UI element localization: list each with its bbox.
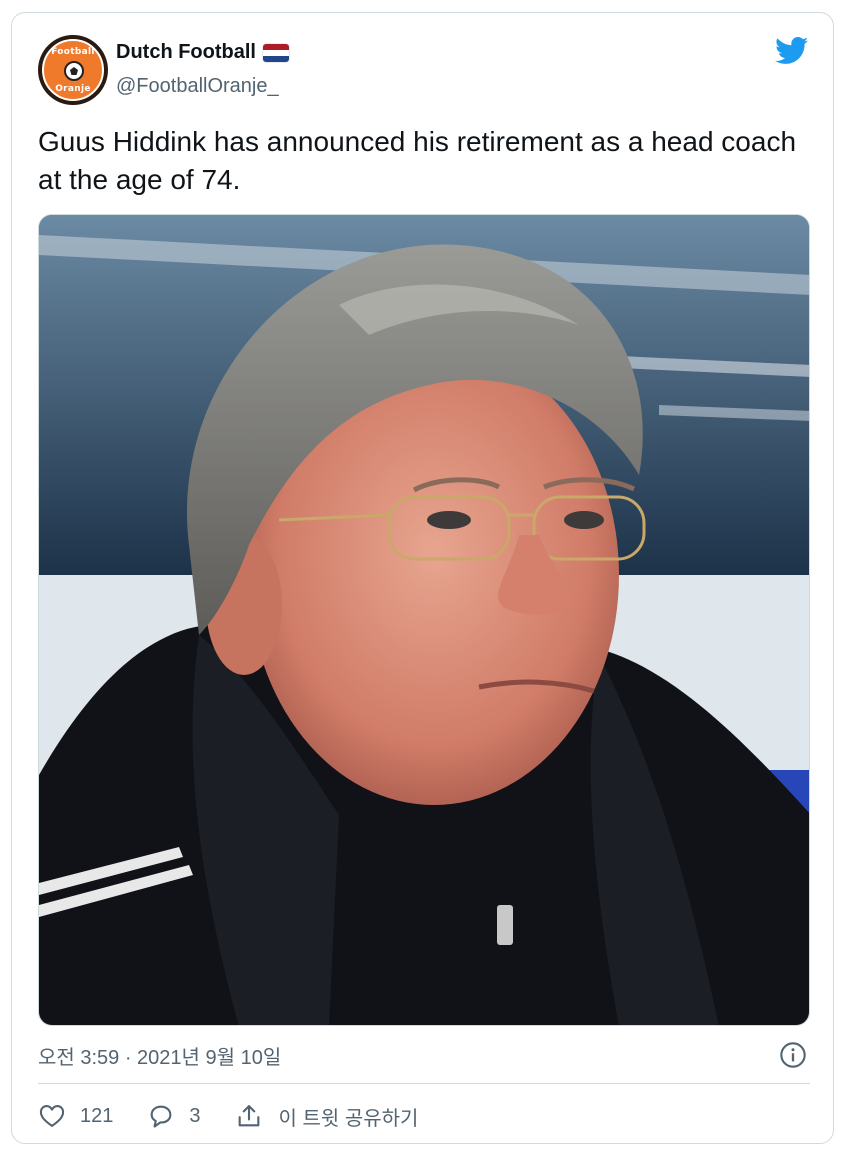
share-label: 이 트윗 공유하기 xyxy=(278,1107,419,1130)
author-name-row: Dutch Football xyxy=(116,41,289,64)
display-name[interactable]: Dutch Football xyxy=(116,41,256,64)
share-icon xyxy=(238,1105,259,1127)
like-button[interactable]: 121 xyxy=(38,1102,113,1130)
avatar-logo: Football Oranje xyxy=(42,39,104,101)
reply-icon xyxy=(150,1105,172,1128)
avatar[interactable]: Football Oranje xyxy=(38,35,108,105)
share-button[interactable]: 이 트윗 공유하기 xyxy=(235,1102,419,1131)
like-count: 121 xyxy=(80,1104,114,1127)
netherlands-flag-icon xyxy=(262,43,289,62)
tweet-photo[interactable]: TB xyxy=(38,214,810,1026)
info-icon[interactable] xyxy=(779,1041,807,1069)
coach-portrait-illustration: TB xyxy=(39,215,809,1025)
user-handle[interactable]: @FootballOranje_ xyxy=(116,75,279,98)
reply-count: 3 xyxy=(189,1104,201,1127)
tweet-text: Guus Hiddink has announced his retiremen… xyxy=(38,126,797,195)
divider xyxy=(38,1083,810,1084)
tweet-card[interactable]: Football Oranje Dutch Football @Football… xyxy=(11,12,834,1144)
avatar-logo-text-bottom: Oranje xyxy=(55,84,91,94)
reply-button[interactable]: 3 xyxy=(147,1102,201,1130)
tweet-timestamp[interactable]: 오전 3:59 · 2021년 9월 10일 xyxy=(38,1041,281,1070)
tweet-actions: 121 3 이 트윗 공유하기 xyxy=(38,1101,452,1131)
avatar-logo-text-top: Football xyxy=(51,47,95,57)
twitter-bird-icon[interactable] xyxy=(775,37,809,65)
heart-icon xyxy=(39,1105,65,1127)
soccer-ball-icon xyxy=(64,61,84,81)
